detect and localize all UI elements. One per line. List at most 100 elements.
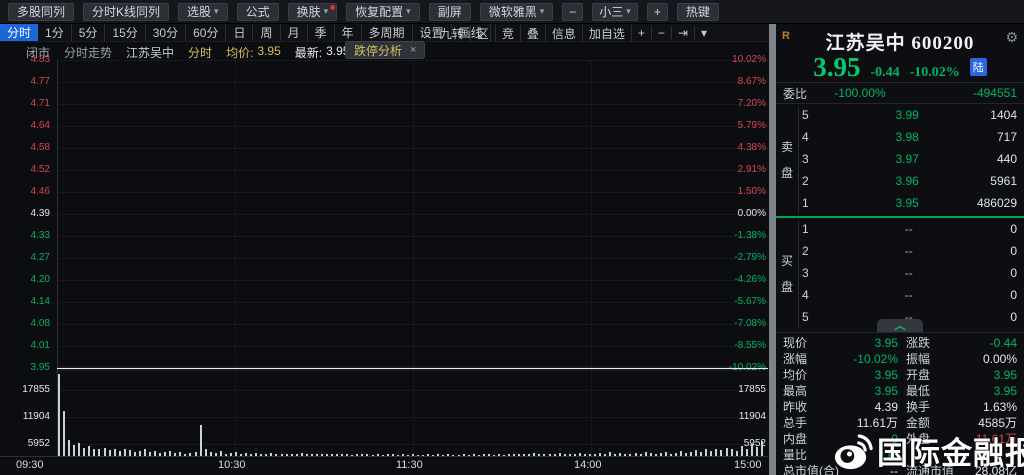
stat-value: 0.00% (960, 352, 1017, 366)
volume-bar (680, 451, 682, 456)
volume-bar (235, 452, 237, 456)
commission-ratio-row: 委比 -100.00% -494551 (776, 84, 1024, 102)
stat-value: 3.95 (841, 336, 898, 350)
stat-value: 11.61万 (841, 414, 898, 431)
price-axis-label: 4.46 (8, 186, 50, 198)
volume-bar (164, 452, 166, 456)
volume-bar (124, 449, 126, 456)
volume-bar (700, 452, 702, 456)
stat-row-6: 内盘0外盘11.61万 (776, 430, 1024, 446)
volume-bar (215, 453, 217, 456)
stat-row-8: 总市值(合)--流通市值28.08亿 (776, 462, 1024, 475)
volume-bar (174, 453, 176, 456)
pct-axis-label: -1.38% (714, 230, 766, 242)
gear-icon[interactable]: ⚙ (1005, 29, 1018, 46)
stock-title[interactable]: 江苏吴中 600200 (776, 28, 1024, 55)
volume-bar (250, 454, 252, 456)
stat-label: 振幅 (898, 350, 960, 367)
volume-bar (351, 455, 353, 456)
volume-bar (432, 455, 434, 456)
volume-bar (559, 453, 561, 456)
quote-panel: R 江苏吴中 600200 ⚙ 3.95 -0.44 -10.02% 陆 委比 … (776, 24, 1024, 475)
volume-bar (286, 454, 288, 456)
volume-bar (104, 448, 106, 456)
volume-bar (336, 454, 338, 456)
stat-row-5: 总手11.61万金额4585万 (776, 414, 1024, 430)
pct-axis-label: 7.20% (714, 98, 766, 110)
volume-bar (650, 453, 652, 456)
volume-bar (629, 454, 631, 456)
sell-row-5[interactable]: 53.991404 (802, 104, 1017, 126)
volume-bar (635, 453, 637, 456)
volume-bar (372, 455, 374, 456)
buy-row-4[interactable]: 4--0 (802, 284, 1017, 306)
volume-bar (761, 441, 763, 456)
volume-bar (655, 454, 657, 456)
chart-header: 闭市 分时走势 江苏吴中 分时 均价:3.95 最新:3.95 (26, 44, 349, 60)
volume-bar (83, 448, 85, 456)
volume-bar (412, 454, 414, 456)
stat-row-3: 最高3.95最低3.95 (776, 382, 1024, 398)
collapse-book-button[interactable]: ︿ (877, 319, 923, 332)
volume-bar (589, 454, 591, 456)
volume-bar (189, 453, 191, 456)
stat-label: 金额 (898, 414, 960, 431)
buy-row-2[interactable]: 2--0 (802, 240, 1017, 262)
sell-row-1[interactable]: 13.95486029 (802, 192, 1017, 214)
volume-bar (63, 411, 65, 456)
volume-bar (685, 453, 687, 456)
sell-row-2[interactable]: 23.965961 (802, 170, 1017, 192)
volume-bar (518, 454, 520, 456)
panel-splitter-handle[interactable] (769, 24, 776, 475)
buy-row-3[interactable]: 3--0 (802, 262, 1017, 284)
stat-row-7: 量比0. (776, 446, 1024, 462)
stat-label: 均价 (783, 366, 841, 383)
close-icon[interactable]: × (410, 44, 416, 56)
volume-bar (154, 451, 156, 456)
volume-bar (255, 453, 257, 456)
volume-bar (144, 449, 146, 456)
volume-axis-label: 11904 (8, 411, 50, 423)
volume-bar (645, 452, 647, 456)
volume-bar (660, 453, 662, 456)
volume-bar (98, 449, 100, 456)
weibi-value: -100.00% (834, 86, 885, 100)
stat-label: 量比 (783, 446, 841, 463)
stat-row-4: 昨收4.39换手1.63% (776, 398, 1024, 414)
volume-bar (447, 454, 449, 456)
stat-label: 外盘 (898, 430, 960, 447)
stat-value: 3.95 (841, 384, 898, 398)
volume-bar (119, 451, 121, 456)
volume-bar (316, 454, 318, 456)
stat-value: 3.95 (841, 368, 898, 382)
intraday-chart[interactable]: 4.8310.02%4.778.67%4.717.20%4.645.79%4.5… (0, 0, 769, 475)
volume-bar (756, 447, 758, 456)
divider (776, 82, 1024, 83)
price-axis-label: 4.64 (8, 120, 50, 132)
volume-bar (265, 454, 267, 456)
volume-bar (377, 454, 379, 456)
time-axis-line (0, 456, 768, 457)
buy-row-1[interactable]: 1--0 (802, 218, 1017, 240)
volume-bar (382, 455, 384, 456)
sell-row-3[interactable]: 33.97440 (802, 148, 1017, 170)
volume-bar (281, 454, 283, 456)
pct-axis-label: 5.79% (714, 120, 766, 132)
volume-bar (422, 455, 424, 456)
weibi-label: 委比 (783, 85, 807, 102)
price-change-pct: -10.02% (910, 65, 960, 81)
stat-label: 流通市值 (898, 462, 960, 475)
volume-axis-label: 17855 (714, 384, 766, 396)
limit-down-analysis-tab[interactable]: 跌停分析 × (345, 41, 425, 59)
pct-axis-label: 8.67% (714, 76, 766, 88)
sell-row-4[interactable]: 43.98717 (802, 126, 1017, 148)
volume-axis-label: 11904 (714, 411, 766, 423)
volume-bar (210, 452, 212, 456)
stats-grid: 现价3.95涨跌-0.44涨幅-10.02%振幅0.00%均价3.95开盘3.9… (776, 334, 1024, 475)
volume-axis-label: 17855 (8, 384, 50, 396)
volume-bar (200, 425, 202, 456)
volume-bar (366, 454, 368, 456)
stat-value: 28.08亿 (960, 462, 1017, 475)
volume-bar (73, 445, 75, 456)
volume-bar (195, 452, 197, 456)
